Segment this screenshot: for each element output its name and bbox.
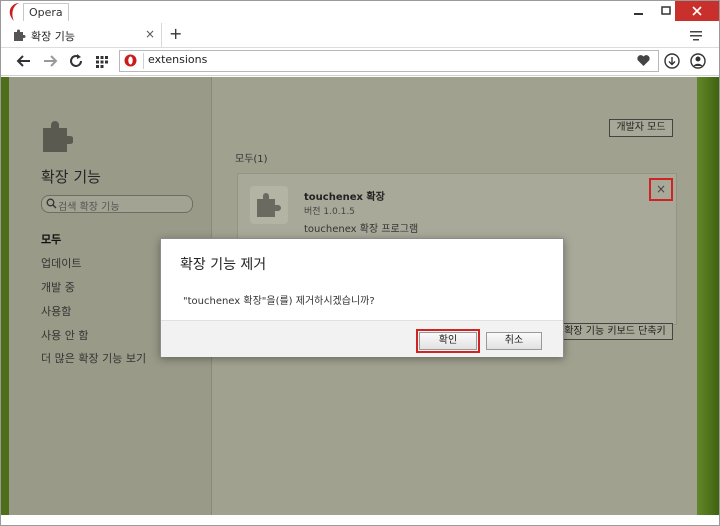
puzzle-icon [14,29,26,41]
close-icon [692,6,702,16]
reload-icon[interactable] [67,52,85,70]
keyboard-shortcuts-button[interactable]: 확장 기능 키보드 단축키 [557,323,673,340]
tab-extensions[interactable]: 확장 기능 × [7,23,162,47]
dialog-footer: 확인 취소 [161,320,563,357]
account-icon[interactable] [689,52,707,70]
tab-label: 확장 기능 [31,30,75,43]
search-input[interactable]: 검색 확장 기능 [41,195,193,213]
search-icon [46,198,57,209]
minimize-button[interactable] [625,1,653,21]
tab-close-button[interactable]: × [145,27,155,41]
sidebar-item-more-extensions[interactable]: 더 많은 확장 기능 보기 [41,350,146,366]
section-title: 모두(1) [235,154,268,165]
browser-window: Opera 확장 기능 × + extensions 확장 기능 검색 확장 기… [0,0,720,526]
url-text[interactable]: extensions [148,53,207,66]
remove-extension-button[interactable]: × [649,178,673,201]
download-icon[interactable] [663,52,681,70]
opera-logo-icon [9,3,19,21]
tab-menu-icon[interactable] [689,28,703,42]
toolbar: extensions [1,48,719,76]
sidebar-item-developing[interactable]: 개발 중 [41,279,75,295]
opera-security-icon [124,54,137,67]
dialog-title: 확장 기능 제거 [180,257,267,273]
speed-dial-icon[interactable] [93,52,111,70]
sidebar-item-updates[interactable]: 업데이트 [41,255,81,271]
puzzle-icon [43,121,73,152]
remove-extension-dialog: 확장 기능 제거 "touchenex 확장"을(를) 제거하시겠습니까? 확인… [160,238,564,357]
back-icon[interactable] [15,52,33,70]
cancel-button[interactable]: 취소 [486,332,542,350]
extension-icon-tile [250,186,288,224]
dialog-message: "touchenex 확장"을(를) 제거하시겠습니까? [183,296,375,307]
minimize-icon [634,13,643,15]
developer-mode-button[interactable]: 개발자 모드 [609,119,673,137]
forward-icon[interactable] [41,52,59,70]
extension-version: 버전 1.0.1.5 [304,207,355,217]
search-placeholder: 검색 확장 기능 [58,202,120,213]
title-bar: Opera [1,1,719,23]
confirm-button[interactable]: 확인 [416,329,480,353]
new-tab-button[interactable]: + [169,24,182,43]
address-divider [143,53,144,69]
puzzle-icon [257,193,281,217]
app-name-label: Opera [23,3,69,21]
close-window-button[interactable] [675,1,719,21]
sidebar-item-enabled[interactable]: 사용함 [41,303,71,319]
maximize-icon [661,6,671,15]
background-strip-right [697,77,719,515]
background-strip-left [1,77,9,515]
extension-name: touchenex 확장 [304,192,385,203]
sidebar-item-all[interactable]: 모두 [41,231,61,247]
sidebar-item-disabled[interactable]: 사용 안 함 [41,327,88,343]
address-bar[interactable]: extensions [119,50,659,72]
sidebar-title: 확장 기능 [41,168,101,186]
extension-description: touchenex 확장 프로그램 [304,224,419,235]
tab-strip: 확장 기능 × + [1,23,719,48]
heart-icon[interactable] [636,53,651,68]
